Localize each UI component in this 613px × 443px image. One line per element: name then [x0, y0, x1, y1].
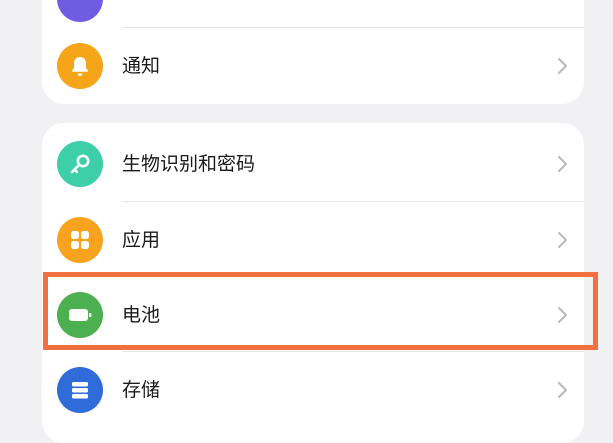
- bell-icon: [57, 43, 103, 89]
- settings-item-notifications[interactable]: 通知: [42, 29, 584, 103]
- settings-item-storage[interactable]: 存储: [42, 353, 584, 427]
- chevron-right-icon: [558, 156, 567, 172]
- battery-icon: [57, 292, 103, 338]
- settings-group-2: 生物识别和密码 应用 电池 存储: [42, 123, 584, 443]
- chevron-right-icon: [558, 232, 567, 248]
- grid-icon: [57, 217, 103, 263]
- divider: [122, 201, 584, 202]
- settings-item-label: 生物识别和密码: [122, 153, 256, 175]
- storage-icon: [57, 367, 103, 413]
- partial-icon: [57, 0, 103, 22]
- chevron-right-icon: [558, 58, 567, 74]
- settings-group-1: 通知: [42, 0, 584, 104]
- settings-item-battery[interactable]: 电池: [42, 278, 584, 352]
- settings-item-label: 应用: [122, 229, 161, 251]
- settings-item-label: 通知: [122, 55, 161, 77]
- settings-item-biometrics[interactable]: 生物识别和密码: [42, 127, 584, 201]
- chevron-right-icon: [558, 307, 567, 323]
- settings-item-apps[interactable]: 应用: [42, 203, 584, 277]
- settings-item-label: 存储: [122, 379, 161, 401]
- divider: [122, 276, 584, 277]
- chevron-right-icon: [558, 382, 567, 398]
- settings-item-label: 电池: [122, 304, 161, 326]
- key-icon: [57, 141, 103, 187]
- divider: [122, 351, 584, 352]
- divider: [122, 27, 584, 28]
